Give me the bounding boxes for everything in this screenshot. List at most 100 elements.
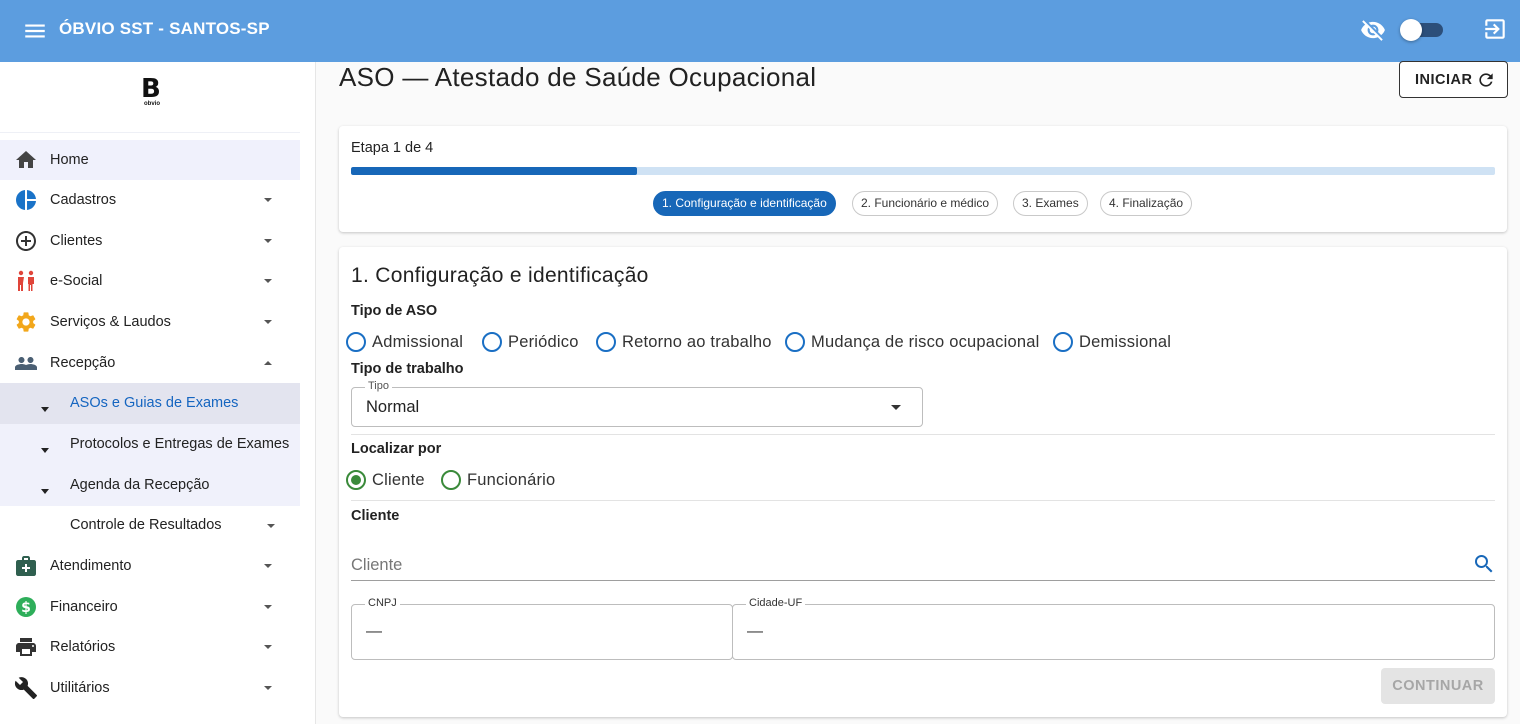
step-counter: Etapa 1 de 4: [351, 140, 434, 156]
sidebar-item-recepcao[interactable]: Recepção: [0, 343, 300, 383]
sidebar-item-label: e-Social: [50, 273, 103, 289]
menu-icon[interactable]: [22, 18, 48, 44]
sidebar-subitem-label: Protocolos e Entregas de Exames: [70, 436, 290, 452]
sidebar-item-label: Home: [50, 152, 89, 168]
caret-down-icon: [41, 489, 49, 494]
cliente-label: Cliente: [351, 508, 400, 524]
radio-label: Cliente: [372, 471, 425, 489]
chevron-down-icon: [264, 645, 272, 649]
sidebar-item-relatorios[interactable]: Relatórios: [0, 627, 300, 667]
page-title: ASO — Atestado de Saúde Ocupacional: [339, 62, 817, 92]
form-card: 1. Configuração e identificação Tipo de …: [339, 247, 1507, 717]
pie-chart-icon: [16, 190, 36, 210]
radio-circle: [441, 470, 461, 490]
radio-circle: [1053, 332, 1073, 352]
sidebar-item-utilitarios[interactable]: Utilitários: [0, 668, 300, 708]
sidebar-subitem-agenda[interactable]: Agenda da Recepção: [0, 465, 300, 506]
tipo-trabalho-label: Tipo de trabalho: [351, 361, 464, 377]
gear-icon: [16, 312, 36, 332]
tipo-select-value: Normal: [366, 398, 420, 416]
sidebar-item-cadastros[interactable]: Cadastros: [0, 180, 300, 220]
caret-down-icon: [41, 407, 49, 412]
sidebar-subitem-controle[interactable]: Controle de Resultados: [0, 505, 300, 546]
sidebar-subitem-label: Agenda da Recepção: [70, 477, 210, 493]
step-chip-2[interactable]: 2. Funcionário e médico: [852, 191, 999, 216]
eye-off-icon[interactable]: [1360, 17, 1386, 43]
refresh-icon: [1479, 73, 1493, 87]
step-chip-3[interactable]: 3. Exames: [1013, 191, 1088, 216]
sidebar-subitem-protocolos[interactable]: Protocolos e Entregas de Exames: [0, 424, 300, 465]
sidebar-item-atendimento[interactable]: Atendimento: [0, 546, 300, 586]
wrench-icon: [14, 677, 37, 699]
tipo-aso-label: Tipo de ASO: [351, 303, 438, 319]
radio-label: Periódico: [508, 333, 579, 351]
radio-circle: [596, 332, 616, 352]
chevron-down-icon: [264, 686, 272, 690]
radio-label: Retorno ao trabalho: [622, 333, 772, 351]
logo-mark: B: [141, 74, 161, 104]
radio-label: Funcionário: [467, 471, 556, 489]
chevron-down-icon: [264, 239, 272, 243]
cidade-uf-legend: Cidade-UF: [746, 597, 806, 609]
visibility-toggle[interactable]: [1398, 19, 1446, 41]
caret-down-icon: [41, 448, 49, 453]
sidebar-item-clientes[interactable]: Clientes: [0, 221, 300, 261]
cnpj-legend: CNPJ: [365, 597, 400, 609]
toggle-thumb: [1400, 19, 1422, 41]
radio-label: Admissional: [372, 333, 464, 351]
logout-icon[interactable]: [1482, 16, 1508, 42]
sidebar-item-label: Atendimento: [50, 558, 132, 574]
chevron-down-icon: [264, 605, 272, 609]
sidebar: B obvio Home Cadastros Clientes e-Social…: [0, 62, 316, 724]
iniciar-button[interactable]: INICIAR: [1399, 61, 1508, 98]
sidebar-divider: [0, 132, 300, 133]
home-icon: [16, 151, 36, 168]
section-title: 1. Configuração e identificação: [351, 264, 649, 287]
dollar-icon: $: [16, 597, 36, 617]
sidebar-item-home[interactable]: Home: [0, 140, 300, 180]
search-icon[interactable]: [1472, 552, 1496, 576]
sidebar-item-financeiro[interactable]: $ Financeiro: [0, 587, 300, 627]
chevron-down-icon: [264, 320, 272, 324]
tipo-select-legend: Tipo: [365, 380, 392, 392]
tipo-select[interactable]: Tipo Normal: [351, 380, 923, 427]
app-title: ÓBVIO SST - SANTOS-SP: [59, 19, 270, 38]
radio-circle: [346, 332, 366, 352]
sidebar-item-label: Cadastros: [50, 192, 117, 208]
medical-bag-icon: [16, 556, 36, 576]
cnpj-value: —: [366, 623, 382, 640]
divider: [351, 500, 1495, 501]
logo-text: obvio: [144, 101, 160, 107]
cliente-input[interactable]: [351, 553, 1451, 577]
radio-circle: [785, 332, 805, 352]
sidebar-subitem-asos[interactable]: ASOs e Guias de Exames: [0, 383, 300, 424]
sidebar-item-label: Clientes: [50, 233, 103, 249]
chevron-down-icon: [264, 279, 272, 283]
people-icon: [18, 270, 34, 291]
chevron-down-icon: [891, 405, 901, 410]
continuar-button[interactable]: CONTINUAR: [1381, 668, 1495, 704]
sidebar-subitem-label: ASOs e Guias de Exames: [70, 395, 239, 411]
cidade-uf-field: Cidade-UF —: [732, 597, 1495, 660]
svg-text:$: $: [21, 600, 31, 616]
iniciar-button-label: INICIAR: [1415, 72, 1473, 88]
continuar-button-label: CONTINUAR: [1392, 678, 1484, 694]
chevron-down-icon: [264, 564, 272, 568]
sidebar-item-label: Financeiro: [50, 599, 118, 615]
cidade-uf-value: —: [747, 623, 763, 640]
group-icon: [15, 357, 37, 370]
sidebar-item-label: Utilitários: [50, 680, 110, 696]
progress-bar: [351, 167, 1495, 175]
chevron-up-icon: [264, 361, 272, 365]
divider: [351, 434, 1495, 435]
cnpj-field: CNPJ —: [351, 597, 733, 660]
brand-logo: B obvio: [141, 76, 167, 110]
sidebar-subitem-label: Controle de Resultados: [70, 517, 222, 533]
step-chip-1[interactable]: 1. Configuração e identificação: [653, 191, 836, 216]
sidebar-item-e-social[interactable]: e-Social: [0, 261, 300, 301]
sidebar-item-servicos-laudos[interactable]: Serviços & Laudos: [0, 302, 300, 342]
radio-circle: [482, 332, 502, 352]
localizar-label: Localizar por: [351, 441, 442, 457]
radio-circle-selected: [346, 470, 366, 490]
step-chip-4[interactable]: 4. Finalização: [1100, 191, 1193, 216]
